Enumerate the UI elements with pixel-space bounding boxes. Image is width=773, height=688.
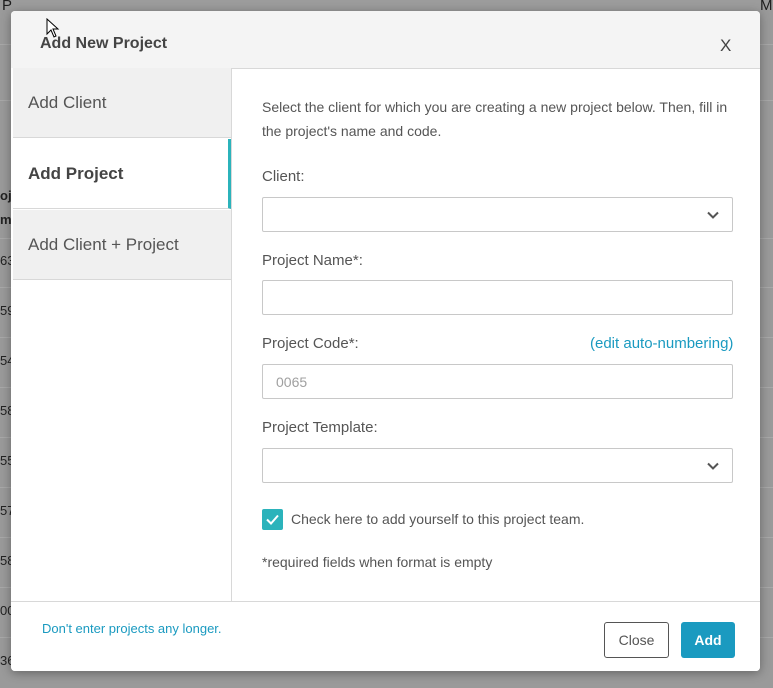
background-cell: m <box>0 212 12 227</box>
project-code-field[interactable] <box>262 364 733 399</box>
dialog-footer: Don't enter projects any longer. Close A… <box>11 601 760 671</box>
background-header <box>0 0 773 10</box>
team-checkbox-label[interactable]: Check here to add yourself to this proje… <box>291 511 584 527</box>
form-content: Select the client for which you are crea… <box>232 68 760 601</box>
checkmark-icon <box>266 514 279 525</box>
project-code-input[interactable] <box>263 365 732 398</box>
edit-auto-numbering-link[interactable]: (edit auto-numbering) <box>590 335 733 352</box>
sidebar-item-add-client-project[interactable]: Add Client + Project <box>13 210 231 280</box>
dont-enter-projects-link[interactable]: Don't enter projects any longer. <box>42 621 222 636</box>
client-select[interactable] <box>262 197 733 232</box>
project-name-field[interactable] <box>262 280 733 315</box>
project-template-label: Project Template: <box>262 419 378 436</box>
client-label: Client: <box>262 168 305 185</box>
project-template-select[interactable] <box>262 448 733 483</box>
mouse-cursor-icon <box>46 18 60 38</box>
background-cell: oj <box>0 188 12 203</box>
client-select-value[interactable] <box>263 198 732 231</box>
form-intro: Select the client for which you are crea… <box>262 99 728 139</box>
project-template-select-value[interactable] <box>263 449 732 482</box>
project-name-label: Project Name*: <box>262 252 363 269</box>
team-checkbox[interactable] <box>262 509 283 530</box>
project-code-label: Project Code*: <box>262 335 359 352</box>
sidebar-item-add-client[interactable]: Add Client <box>13 68 231 138</box>
background-header-text: MY <box>760 0 773 14</box>
dialog-sidebar: Add Client Add Project Add Client + Proj… <box>11 68 232 601</box>
chevron-down-icon <box>707 211 719 219</box>
add-project-dialog: Add New Project X Add Client Add Project… <box>11 11 760 671</box>
required-fields-note: *required fields when format is empty <box>262 554 493 570</box>
close-button[interactable]: Close <box>604 622 669 658</box>
sidebar-item-add-project[interactable]: Add Project <box>13 139 231 209</box>
add-button[interactable]: Add <box>681 622 735 658</box>
chevron-down-icon <box>707 462 719 470</box>
dialog-header: Add New Project X <box>11 11 760 69</box>
project-name-input[interactable] <box>263 281 732 314</box>
close-icon[interactable]: X <box>720 36 731 56</box>
